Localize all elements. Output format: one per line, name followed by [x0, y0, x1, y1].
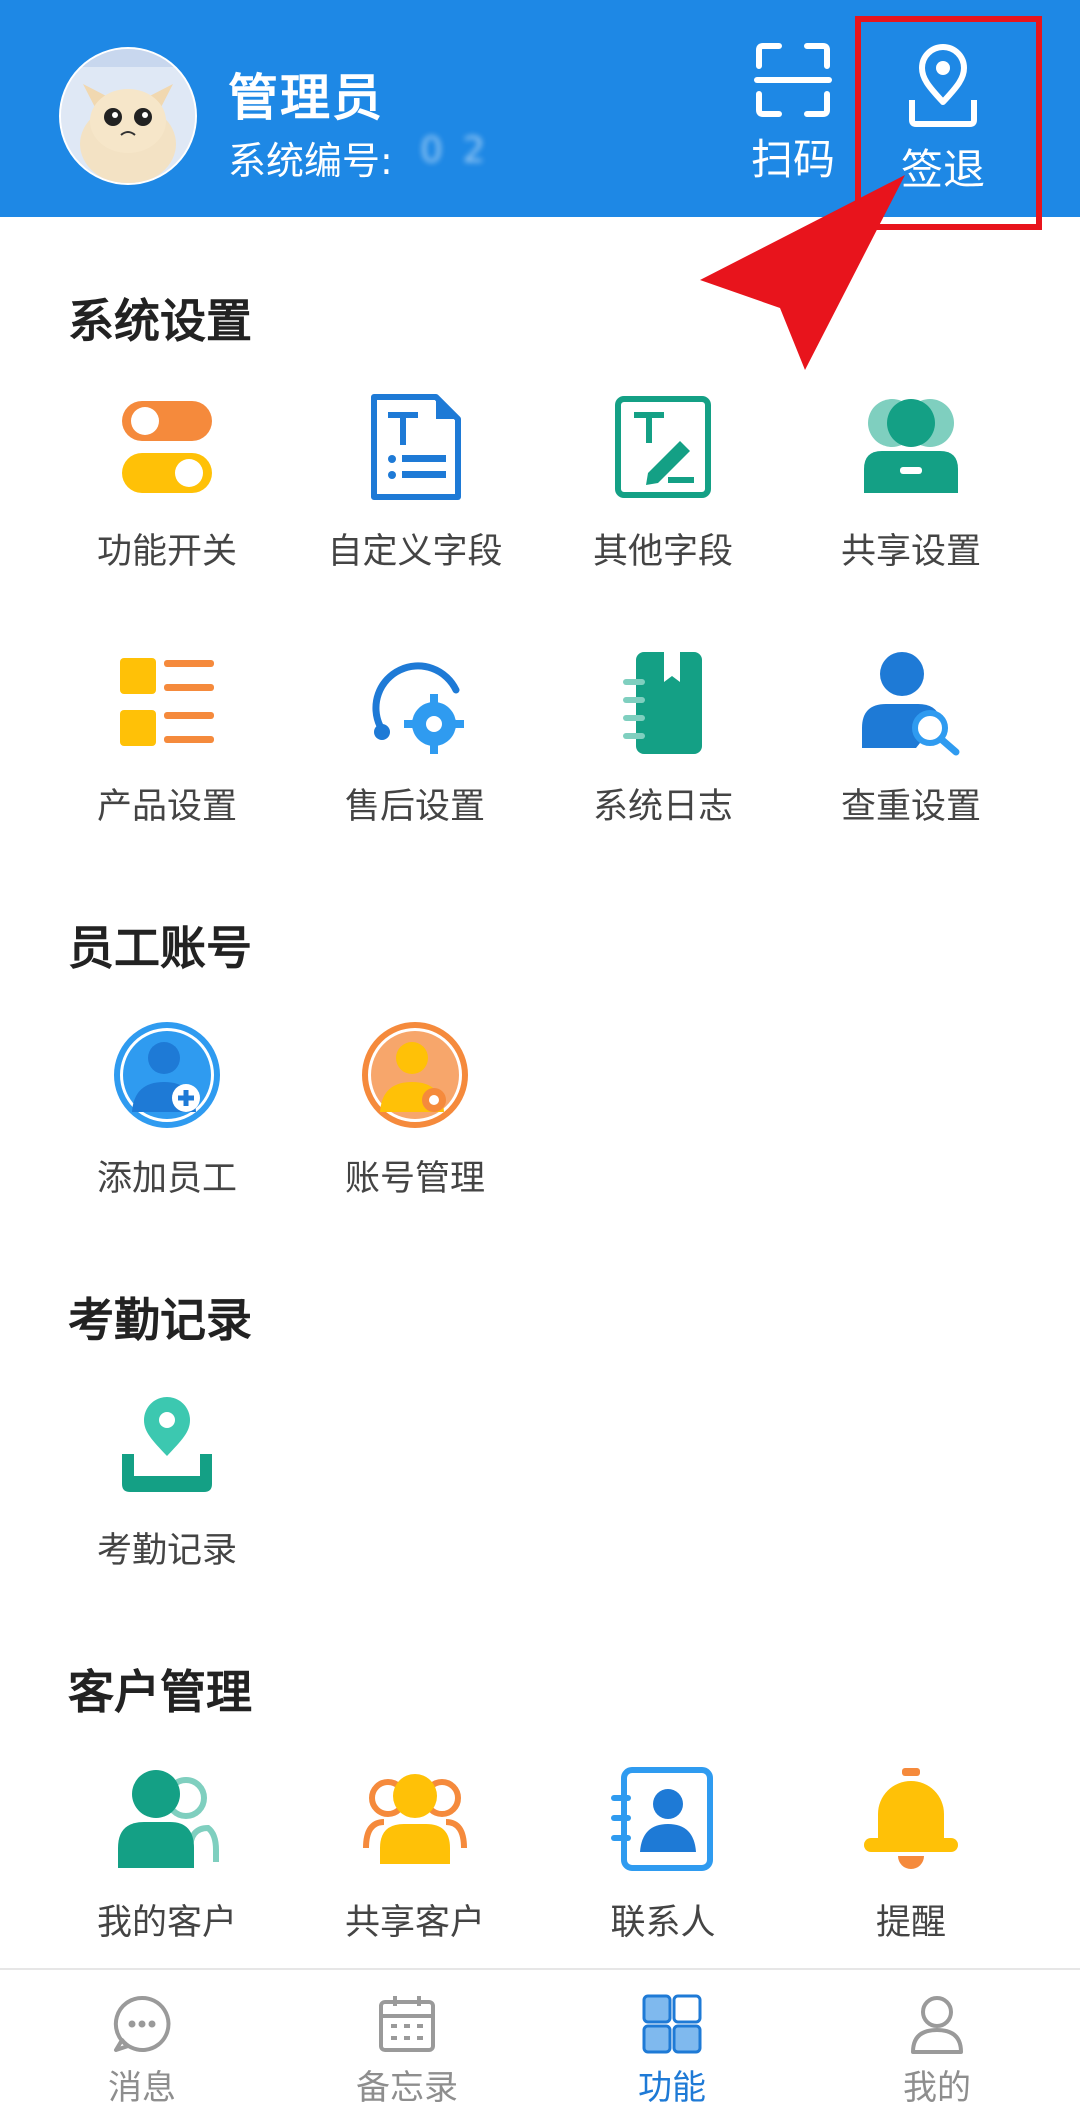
profile-person-icon — [911, 1996, 963, 2054]
tile-reminders[interactable]: 提醒 — [801, 1764, 1021, 1964]
tile-contacts[interactable]: 联系人 — [553, 1764, 773, 1964]
attendance-location-icon — [122, 1397, 212, 1492]
tile-share-settings[interactable]: 共享设置 — [801, 393, 1021, 593]
shared-customer-icon — [363, 1774, 467, 1864]
message-bubble-icon — [113, 1995, 171, 2052]
tile-after-sales-settings[interactable]: 售后设置 — [305, 648, 525, 848]
tile-label: 账号管理 — [344, 1159, 485, 1199]
nav-item-functions[interactable]: 功能 — [572, 1992, 772, 2109]
nav-item-profile[interactable]: 我的 — [837, 1992, 1037, 2109]
product-list-icon — [120, 658, 214, 746]
user-search-icon — [862, 652, 960, 756]
tile-feature-toggle[interactable]: 功能开关 — [57, 393, 277, 593]
tile-label: 系统日志 — [592, 787, 733, 827]
tile-label: 考勤记录 — [96, 1531, 237, 1571]
custom-field-document-icon — [371, 394, 461, 500]
toggle-switch-icon — [122, 401, 212, 493]
section-title-employee-accounts: 员工账号 — [68, 921, 252, 975]
after-sales-gear-icon — [372, 662, 464, 754]
tile-other-field[interactable]: 其他字段 — [553, 393, 773, 593]
tile-product-settings[interactable]: 产品设置 — [57, 648, 277, 848]
tile-label: 查重设置 — [840, 787, 981, 827]
calendar-memo-icon — [379, 1996, 435, 2052]
nav-label: 我的 — [903, 2068, 971, 2108]
tile-account-management[interactable]: 账号管理 — [305, 1020, 525, 1220]
nav-label: 备忘录 — [356, 2068, 458, 2108]
section-title-system-settings: 系统设置 — [68, 294, 252, 348]
account-settings-icon — [362, 1022, 468, 1128]
tile-add-employee[interactable]: 添加员工 — [57, 1020, 277, 1220]
tile-label: 产品设置 — [96, 787, 237, 827]
reminder-bell-icon — [864, 1768, 958, 1869]
tile-label: 自定义字段 — [327, 532, 503, 572]
section-title-customer-management: 客户管理 — [68, 1665, 252, 1719]
tile-label: 功能开关 — [96, 532, 237, 572]
tile-label: 其他字段 — [592, 532, 733, 572]
nav-label: 消息 — [108, 2068, 176, 2108]
tile-label: 我的客户 — [96, 1903, 237, 1943]
edit-text-field-icon — [615, 396, 711, 498]
my-customer-icon — [118, 1770, 219, 1868]
system-log-notebook-icon — [623, 652, 702, 754]
tile-label: 联系人 — [610, 1903, 716, 1943]
add-employee-icon — [114, 1022, 220, 1128]
tile-label: 共享设置 — [840, 532, 981, 572]
tile-label: 共享客户 — [344, 1903, 485, 1943]
tile-label: 添加员工 — [96, 1159, 237, 1199]
tile-my-customers[interactable]: 我的客户 — [57, 1764, 277, 1964]
nav-item-memo[interactable]: 备忘录 — [307, 1992, 507, 2109]
section-title-attendance: 考勤记录 — [68, 1293, 252, 1347]
grid-functions-icon — [642, 1994, 702, 2054]
tile-system-log[interactable]: 系统日志 — [553, 648, 773, 848]
tile-shared-customers[interactable]: 共享客户 — [305, 1764, 525, 1964]
bottom-navigation-bar: 消息 备忘录 功能 我的 — [0, 1968, 1080, 2122]
tile-custom-field[interactable]: 自定义字段 — [305, 393, 525, 593]
tile-label: 提醒 — [875, 1903, 946, 1943]
nav-item-messages[interactable]: 消息 — [42, 1992, 242, 2109]
tile-duplicate-check-settings[interactable]: 查重设置 — [801, 648, 1021, 848]
tile-attendance-record[interactable]: 考勤记录 — [57, 1392, 277, 1592]
contact-card-icon — [611, 1767, 713, 1871]
tile-label: 售后设置 — [344, 787, 485, 827]
nav-label: 功能 — [638, 2068, 706, 2108]
shared-users-icon — [864, 399, 958, 493]
